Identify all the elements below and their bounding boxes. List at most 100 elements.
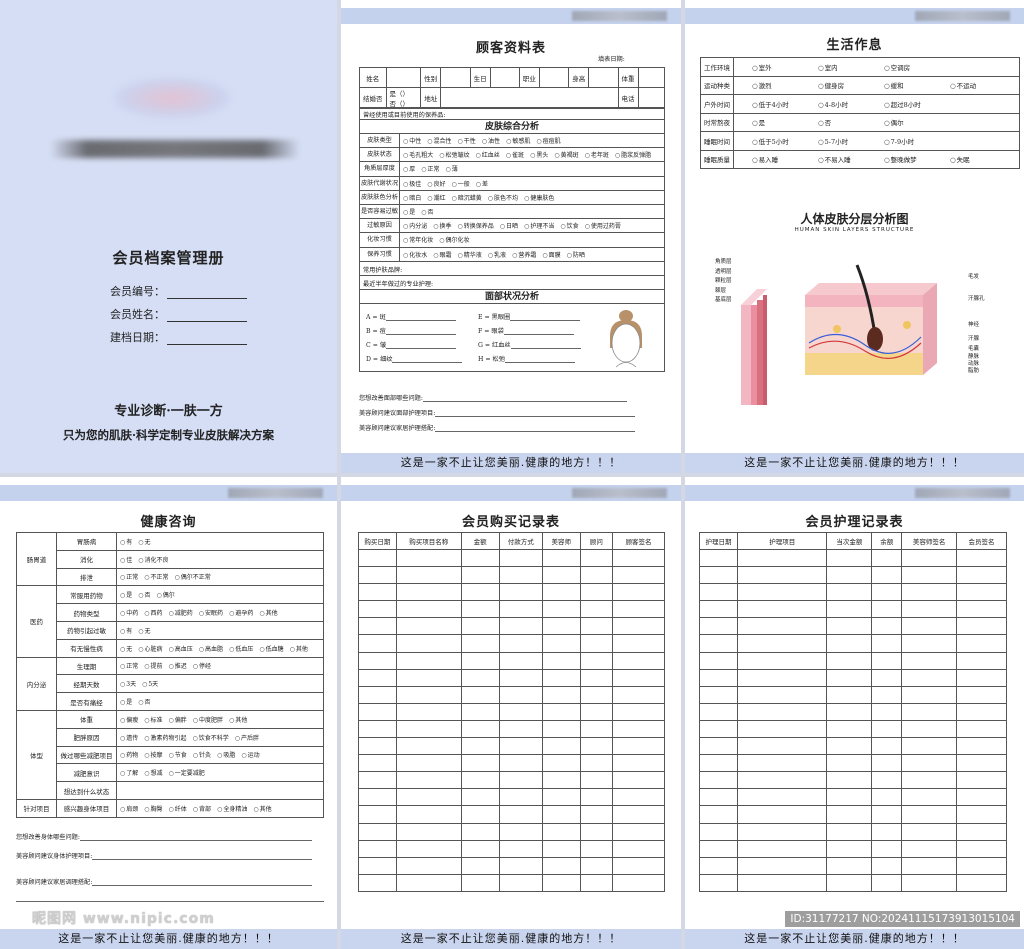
record-cell[interactable] <box>579 583 614 602</box>
record-cell[interactable] <box>579 771 614 790</box>
record-cell[interactable] <box>871 566 903 585</box>
record-cell[interactable] <box>541 566 581 585</box>
option-checkbox[interactable]: 7-9小时 <box>884 136 944 146</box>
option-checkbox[interactable]: 激烈 <box>752 80 812 90</box>
record-cell[interactable] <box>826 805 873 824</box>
record-cell[interactable] <box>358 822 397 841</box>
record-cell[interactable] <box>460 839 500 858</box>
option-checkbox[interactable]: 健身房 <box>818 80 878 90</box>
option-checkbox[interactable]: 消化不良 <box>138 555 169 564</box>
option-checkbox[interactable]: 室外 <box>752 62 812 72</box>
record-cell[interactable] <box>579 566 614 585</box>
option-checkbox[interactable]: 否 <box>138 697 151 706</box>
record-cell[interactable] <box>541 702 581 721</box>
record-cell[interactable] <box>395 566 462 585</box>
option-checkbox[interactable]: 药物 <box>120 750 138 759</box>
record-cell[interactable] <box>826 685 873 704</box>
record-cell[interactable] <box>395 634 462 653</box>
option-checkbox[interactable]: 低血压 <box>229 644 253 653</box>
option-checkbox[interactable]: 安眠药 <box>199 608 223 617</box>
option-checkbox[interactable]: 极佳 <box>403 179 421 188</box>
record-cell[interactable] <box>498 771 543 790</box>
option-checkbox[interactable]: 一般 <box>452 179 470 188</box>
record-cell[interactable] <box>498 839 543 858</box>
record-cell[interactable] <box>826 719 873 739</box>
record-cell[interactable] <box>541 754 581 773</box>
record-cell[interactable] <box>736 617 828 636</box>
record-cell[interactable] <box>460 822 500 841</box>
record-cell[interactable] <box>736 702 828 721</box>
option-checkbox[interactable]: 不运动 <box>950 80 1010 90</box>
record-cell[interactable] <box>826 737 873 756</box>
record-cell[interactable] <box>498 685 543 704</box>
record-cell[interactable] <box>612 839 665 858</box>
record-cell[interactable] <box>395 617 462 636</box>
record-cell[interactable] <box>699 737 738 756</box>
record-cell[interactable] <box>699 668 738 687</box>
record-cell[interactable] <box>871 873 903 892</box>
face-item[interactable]: D = 细纹 <box>366 354 463 363</box>
record-cell[interactable] <box>956 856 1007 875</box>
question-line[interactable]: 您想改善面部哪些问题: <box>359 393 627 402</box>
face-item[interactable]: G = 红血丝 <box>478 340 581 349</box>
record-cell[interactable] <box>736 634 828 653</box>
record-cell[interactable] <box>612 737 665 756</box>
record-cell[interactable] <box>498 856 543 875</box>
record-cell[interactable] <box>736 805 828 824</box>
option-checkbox[interactable]: 偶尔 <box>884 117 944 127</box>
option-checkbox[interactable]: 常年化妆 <box>403 235 433 244</box>
record-cell[interactable] <box>541 873 581 892</box>
option-checkbox[interactable]: 胸臀 <box>144 804 163 813</box>
record-cell[interactable] <box>871 617 903 636</box>
record-cell[interactable] <box>460 805 500 824</box>
record-cell[interactable] <box>460 548 500 568</box>
option-checkbox[interactable]: 营养霜 <box>512 250 536 259</box>
record-cell[interactable] <box>699 719 738 739</box>
record-cell[interactable] <box>460 702 500 721</box>
option-checkbox[interactable]: 敏感肌 <box>506 136 530 145</box>
option-checkbox[interactable]: 佳 <box>120 555 132 564</box>
record-cell[interactable] <box>871 583 903 602</box>
record-cell[interactable] <box>579 822 614 841</box>
record-cell[interactable] <box>901 583 958 602</box>
option-checkbox[interactable]: 老年斑 <box>585 150 609 159</box>
record-cell[interactable] <box>871 822 903 841</box>
record-cell[interactable] <box>460 873 500 892</box>
option-checkbox[interactable]: 不正常 <box>144 572 169 581</box>
record-cell[interactable] <box>956 839 1007 858</box>
record-cell[interactable] <box>736 566 828 585</box>
record-cell[interactable] <box>956 668 1007 687</box>
record-cell[interactable] <box>956 617 1007 636</box>
record-cell[interactable] <box>699 839 738 858</box>
record-cell[interactable] <box>956 583 1007 602</box>
option-checkbox[interactable]: 否 <box>421 207 434 216</box>
option-checkbox[interactable]: 遗传 <box>120 733 138 742</box>
record-cell[interactable] <box>956 737 1007 756</box>
option-checkbox[interactable]: 否 <box>138 590 151 599</box>
record-cell[interactable] <box>612 822 665 841</box>
record-cell[interactable] <box>541 839 581 858</box>
record-cell[interactable] <box>699 685 738 704</box>
question-line[interactable]: 美容顾问建议面部护理项目: <box>359 408 636 417</box>
record-cell[interactable] <box>395 805 462 824</box>
record-cell[interactable] <box>460 856 500 875</box>
option-checkbox[interactable]: 眼霜 <box>433 250 452 259</box>
record-cell[interactable] <box>358 548 397 568</box>
record-cell[interactable] <box>579 702 614 721</box>
record-cell[interactable] <box>871 771 903 790</box>
record-cell[interactable] <box>541 719 581 739</box>
record-cell[interactable] <box>460 583 500 602</box>
option-checkbox[interactable]: 黄褐斑 <box>554 150 579 159</box>
member-number-field[interactable]: 会员编号： <box>110 283 247 299</box>
record-cell[interactable] <box>826 754 873 773</box>
record-cell[interactable] <box>901 805 958 824</box>
record-cell[interactable] <box>358 685 397 704</box>
option-checkbox[interactable]: 一定要减肥 <box>169 768 205 777</box>
face-item[interactable]: C = 皱 <box>366 340 457 349</box>
option-checkbox[interactable]: 了解 <box>120 768 138 777</box>
record-cell[interactable] <box>498 583 543 602</box>
face-item[interactable]: H = 松弛 <box>478 354 575 363</box>
record-cell[interactable] <box>871 600 903 619</box>
option-checkbox[interactable]: 停经 <box>193 661 211 670</box>
option-checkbox[interactable]: 内分泌 <box>403 221 427 230</box>
